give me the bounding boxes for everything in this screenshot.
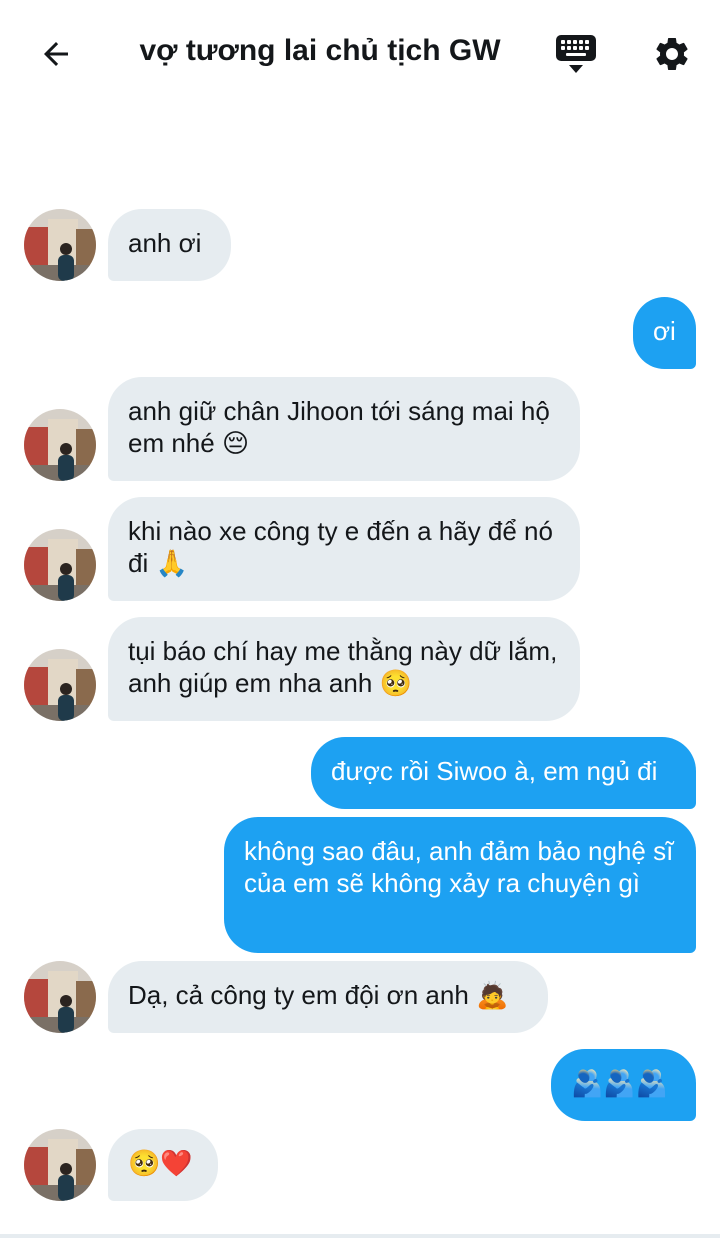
message-bubble-incoming[interactable]: Dạ, cả công ty em đội ơn anh 🙇 xyxy=(108,961,548,1033)
gear-icon xyxy=(656,37,688,70)
avatar[interactable] xyxy=(24,649,96,721)
message-bubble-outgoing[interactable]: không sao đâu, anh đảm bảo nghệ sĩ của e… xyxy=(224,817,696,953)
keyboard-button[interactable] xyxy=(548,26,604,82)
message-bubble-outgoing[interactable]: 🫂🫂🫂 xyxy=(551,1049,696,1121)
avatar[interactable] xyxy=(24,961,96,1033)
message-bubble-incoming[interactable]: anh giữ chân Jihoon tới sáng mai hộ em n… xyxy=(108,377,580,481)
message-bubble-incoming[interactable]: anh ơi xyxy=(108,209,231,281)
settings-button[interactable] xyxy=(644,26,700,82)
avatar[interactable] xyxy=(24,1129,96,1201)
keyboard-icon xyxy=(556,35,596,73)
message-bubble-incoming[interactable]: tụi báo chí hay me thằng này dữ lắm, anh… xyxy=(108,617,580,721)
message-bubble-incoming[interactable]: 🥺❤️ xyxy=(108,1129,218,1201)
avatar[interactable] xyxy=(24,529,96,601)
back-button[interactable] xyxy=(28,26,84,82)
message-list[interactable]: anh ơi ơi anh giữ chân Jihoon tới sáng m… xyxy=(0,108,720,1234)
message-bubble-incoming[interactable]: khi nào xe công ty e đến a hãy để nó đi … xyxy=(108,497,580,601)
conversation-title: vợ tương lai chủ tịch GW xyxy=(139,34,501,67)
composer-divider xyxy=(0,1234,720,1238)
arrow-left-icon xyxy=(44,42,68,66)
avatar[interactable] xyxy=(24,209,96,281)
conversation-header: vợ tương lai chủ tịch GW xyxy=(0,0,720,108)
avatar[interactable] xyxy=(24,409,96,481)
message-bubble-outgoing[interactable]: ơi xyxy=(633,297,696,369)
message-bubble-outgoing[interactable]: được rồi Siwoo à, em ngủ đi xyxy=(311,737,696,809)
